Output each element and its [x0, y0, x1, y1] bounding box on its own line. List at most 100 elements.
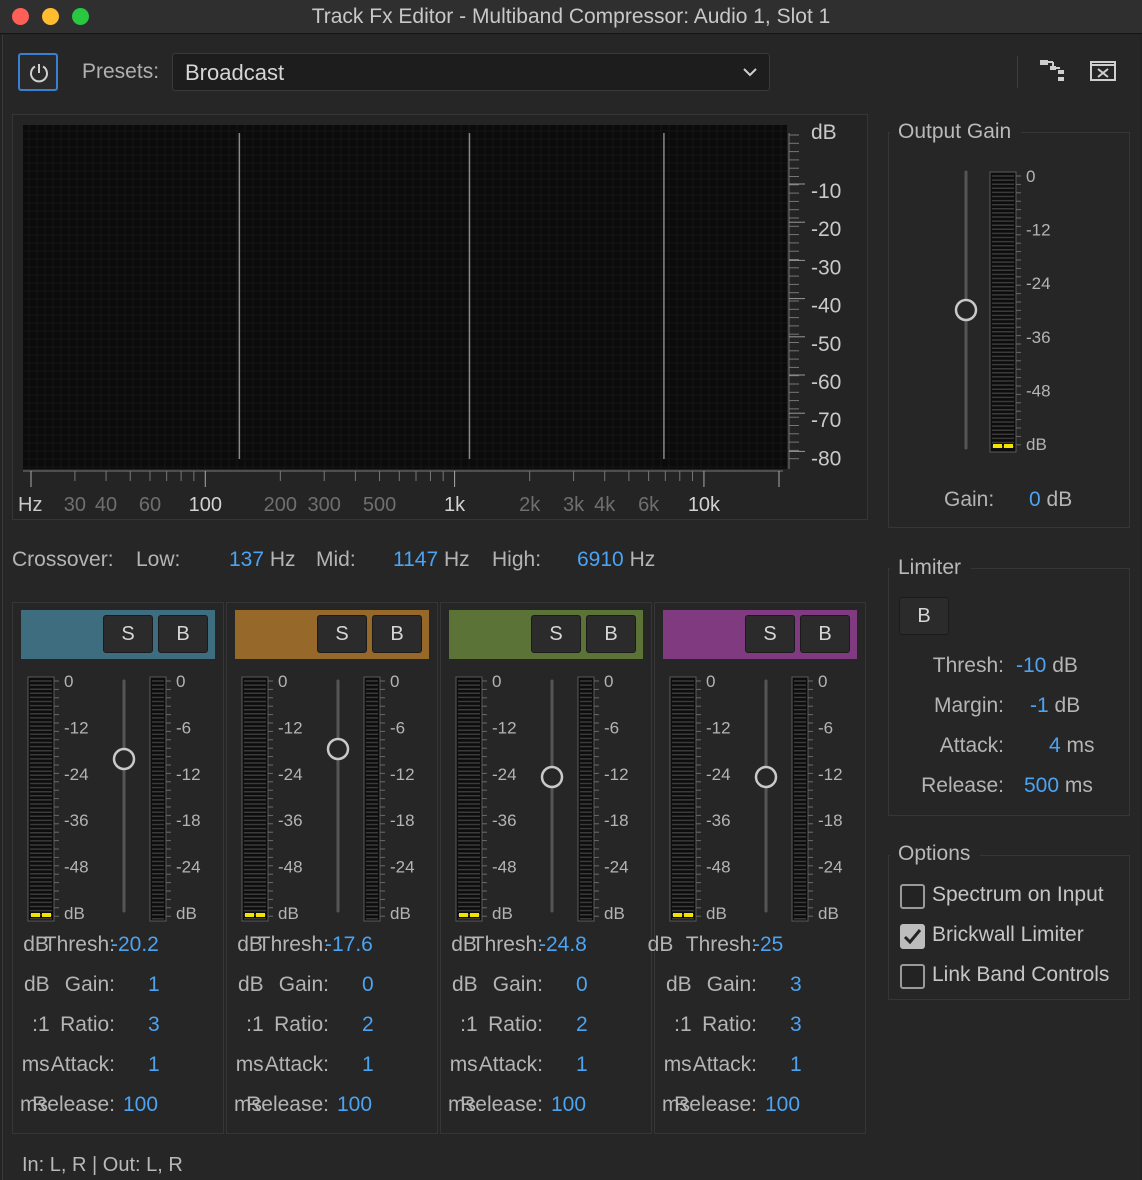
meter-scale-label: -24 — [390, 858, 415, 877]
meter-scale-label: -36 — [64, 811, 89, 830]
band-release-value[interactable]: 100 — [551, 1093, 586, 1116]
band-solo-button[interactable]: S — [103, 615, 153, 653]
band-release-value[interactable]: 100 — [123, 1093, 158, 1116]
band-ratio-unit: :1 — [32, 1013, 50, 1036]
meter-led — [256, 913, 265, 917]
crossover-high-value[interactable]: 6910 — [577, 548, 624, 571]
db-tick-label: -30 — [811, 256, 841, 279]
hz-minor-label: 2k — [519, 494, 541, 516]
power-button[interactable] — [18, 53, 58, 91]
band-gain-value[interactable]: 0 — [576, 973, 588, 996]
meter-scale-label: -6 — [390, 718, 405, 737]
band-bypass-button[interactable]: B — [372, 615, 422, 653]
checkbox-box[interactable] — [900, 884, 925, 909]
band-gain-value[interactable]: 0 — [362, 973, 374, 996]
band-release-value[interactable]: 100 — [337, 1093, 372, 1116]
band-gain-label: Gain: — [278, 973, 329, 996]
band-solo-button[interactable]: S — [745, 615, 795, 653]
limiter-release-row: Release: 500 ms — [890, 774, 1130, 804]
band-solo-button[interactable]: S — [531, 615, 581, 653]
meter-scale-label: -24 — [818, 858, 843, 877]
limiter-release-value[interactable]: 500 — [1024, 774, 1059, 797]
meter-scale-label: -18 — [176, 811, 201, 830]
band-attack-value[interactable]: 1 — [576, 1053, 588, 1076]
band-bypass-button[interactable]: B — [800, 615, 850, 653]
band-release-value[interactable]: 100 — [765, 1093, 800, 1116]
band-thresh-value[interactable]: -20.2 — [111, 933, 159, 956]
presets-dropdown[interactable]: Broadcast — [172, 53, 770, 91]
limiter-thresh-value[interactable]: -10 — [1016, 654, 1046, 677]
limiter-release-unit: ms — [1064, 774, 1093, 797]
output-gain-value[interactable]: 0 — [1029, 488, 1041, 511]
preset-value: Broadcast — [185, 60, 285, 85]
meter-scale-label: -6 — [176, 718, 191, 737]
crossover-low-readout[interactable]: 137 Hz — [229, 548, 296, 572]
meter-scale-label: 0 — [278, 672, 287, 691]
band-ratio-value[interactable]: 3 — [790, 1013, 802, 1036]
meter-led — [684, 913, 693, 917]
link-band-controls-checkbox[interactable]: Link Band Controls — [900, 962, 1126, 992]
output-gain-label: Gain: — [944, 488, 995, 511]
limiter-margin-row: Margin: -1 dB — [890, 694, 1130, 724]
band-thresh-unit: dB — [23, 933, 49, 956]
band-meters: 0 -12 -24 -36 -48 dB 0 -6 -12 -18 -24 dB — [241, 672, 415, 923]
band-attack-row: Attack: 1 ms — [441, 1053, 653, 1083]
limiter-attack-label: Attack: — [939, 734, 1004, 757]
band-attack-value[interactable]: 1 — [790, 1053, 802, 1076]
limiter-bypass-button[interactable]: B — [899, 597, 949, 635]
crossover-low-value[interactable]: 137 — [229, 548, 264, 571]
band-thresh-value[interactable]: -24.8 — [539, 933, 587, 956]
crossover-high-readout[interactable]: 6910 Hz — [577, 548, 655, 572]
band-bypass-button[interactable]: B — [158, 615, 208, 653]
band-attack-label: Attack: — [50, 1053, 115, 1076]
limiter-margin-value[interactable]: -1 — [1030, 694, 1049, 717]
band-gain-unit: dB — [24, 973, 50, 996]
db-tick-label: -70 — [811, 409, 841, 432]
band-color-header: SB — [663, 610, 857, 659]
db-tick-label: -10 — [811, 180, 841, 203]
band-ratio-value[interactable]: 2 — [576, 1013, 588, 1036]
band-gain-value[interactable]: 1 — [148, 973, 160, 996]
brickwall-limiter-checkbox[interactable]: Brickwall Limiter — [900, 922, 1126, 952]
meter-led — [245, 913, 254, 917]
band-attack-value[interactable]: 1 — [148, 1053, 160, 1076]
band-thresh-unit: dB — [451, 933, 477, 956]
band-ratio-value[interactable]: 2 — [362, 1013, 374, 1036]
options-title: Options — [890, 842, 981, 866]
crossover-mid-readout[interactable]: 1147 Hz — [393, 548, 470, 572]
band-thresh-value[interactable]: -17.6 — [325, 933, 373, 956]
band-attack-row: Attack: 1 ms — [227, 1053, 439, 1083]
band-ratio-value[interactable]: 3 — [148, 1013, 160, 1036]
checkbox-box[interactable] — [900, 924, 925, 949]
meter-scale-label: -24 — [176, 858, 201, 877]
spectrum-on-input-checkbox[interactable]: Spectrum on Input — [900, 882, 1126, 912]
band-meters: 0 -12 -24 -36 -48 dB 0 -6 -12 -18 -24 dB — [455, 672, 629, 923]
db-tick-label: -50 — [811, 333, 841, 356]
limiter-attack-value[interactable]: 4 — [1049, 734, 1061, 757]
band-gain-unit: dB — [238, 973, 264, 996]
meter-scale-label: dB — [818, 904, 839, 923]
band-solo-button[interactable]: S — [317, 615, 367, 653]
output-gain-readout[interactable]: 0 dB — [1029, 488, 1072, 512]
close-panel-icon[interactable] — [1090, 60, 1116, 82]
band-bypass-button[interactable]: B — [586, 615, 636, 653]
io-status: In: L, R | Out: L, R — [22, 1154, 183, 1176]
routing-icon[interactable] — [1038, 58, 1066, 84]
crossover-mid-value[interactable]: 1147 — [393, 548, 438, 571]
band-thresh-value[interactable]: -25 — [753, 933, 783, 956]
band-gain-value[interactable]: 3 — [790, 973, 802, 996]
meter-scale-label: -24 — [706, 765, 731, 784]
checkbox-box[interactable] — [900, 964, 925, 989]
band-ratio-unit: :1 — [460, 1013, 478, 1036]
band-attack-value[interactable]: 1 — [362, 1053, 374, 1076]
band-release-row: Release: 100 ms — [13, 1093, 225, 1123]
meter-scale-label: 0 — [706, 672, 715, 691]
band-thresh-row: Thresh: -25 dB — [648, 933, 867, 963]
meter-scale-label: -12 — [390, 765, 415, 784]
band-gain-unit: dB — [452, 973, 478, 996]
spectrum-graph[interactable]: dB -10 -20 -30 -40 -50 -60 -70 -80 Hz 30 40 60 200 300… — [13, 115, 869, 521]
power-icon — [30, 64, 48, 83]
band-thresh-row: Thresh: -20.2 dB — [13, 933, 225, 963]
meter-scale-label: dB — [706, 904, 727, 923]
meter-scale-label: -48 — [278, 858, 303, 877]
